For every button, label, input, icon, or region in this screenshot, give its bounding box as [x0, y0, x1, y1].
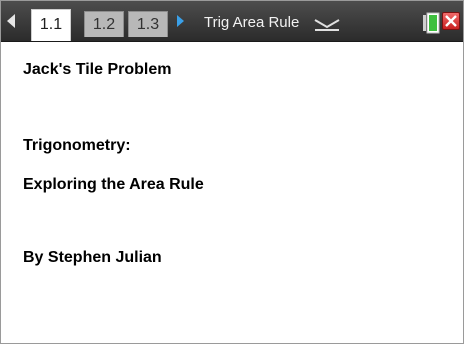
tab-1-2[interactable]: 1.2 [84, 11, 124, 37]
subtitle-line: Exploring the Area Rule [23, 176, 204, 193]
document-heading: Jack's Tile Problem [23, 61, 172, 78]
tab-1-1[interactable]: 1.1 [31, 9, 71, 41]
dropdown-icon[interactable] [312, 16, 342, 32]
subject-line: Trigonometry: [23, 137, 131, 154]
battery-icon [423, 12, 440, 34]
tab-1-3[interactable]: 1.3 [128, 11, 168, 37]
right-arrow-icon[interactable] [177, 15, 184, 27]
close-button[interactable] [442, 12, 460, 30]
close-icon [445, 15, 457, 27]
calculator-screen: 1.1 1.2 1.3 Trig Area Rule Jack's Tile P… [0, 0, 464, 344]
author-line: By Stephen Julian [23, 249, 162, 266]
tab-bar: 1.1 1.2 1.3 Trig Area Rule [1, 1, 463, 42]
document-title[interactable]: Trig Area Rule [204, 13, 299, 33]
left-arrow-icon[interactable] [7, 14, 15, 28]
